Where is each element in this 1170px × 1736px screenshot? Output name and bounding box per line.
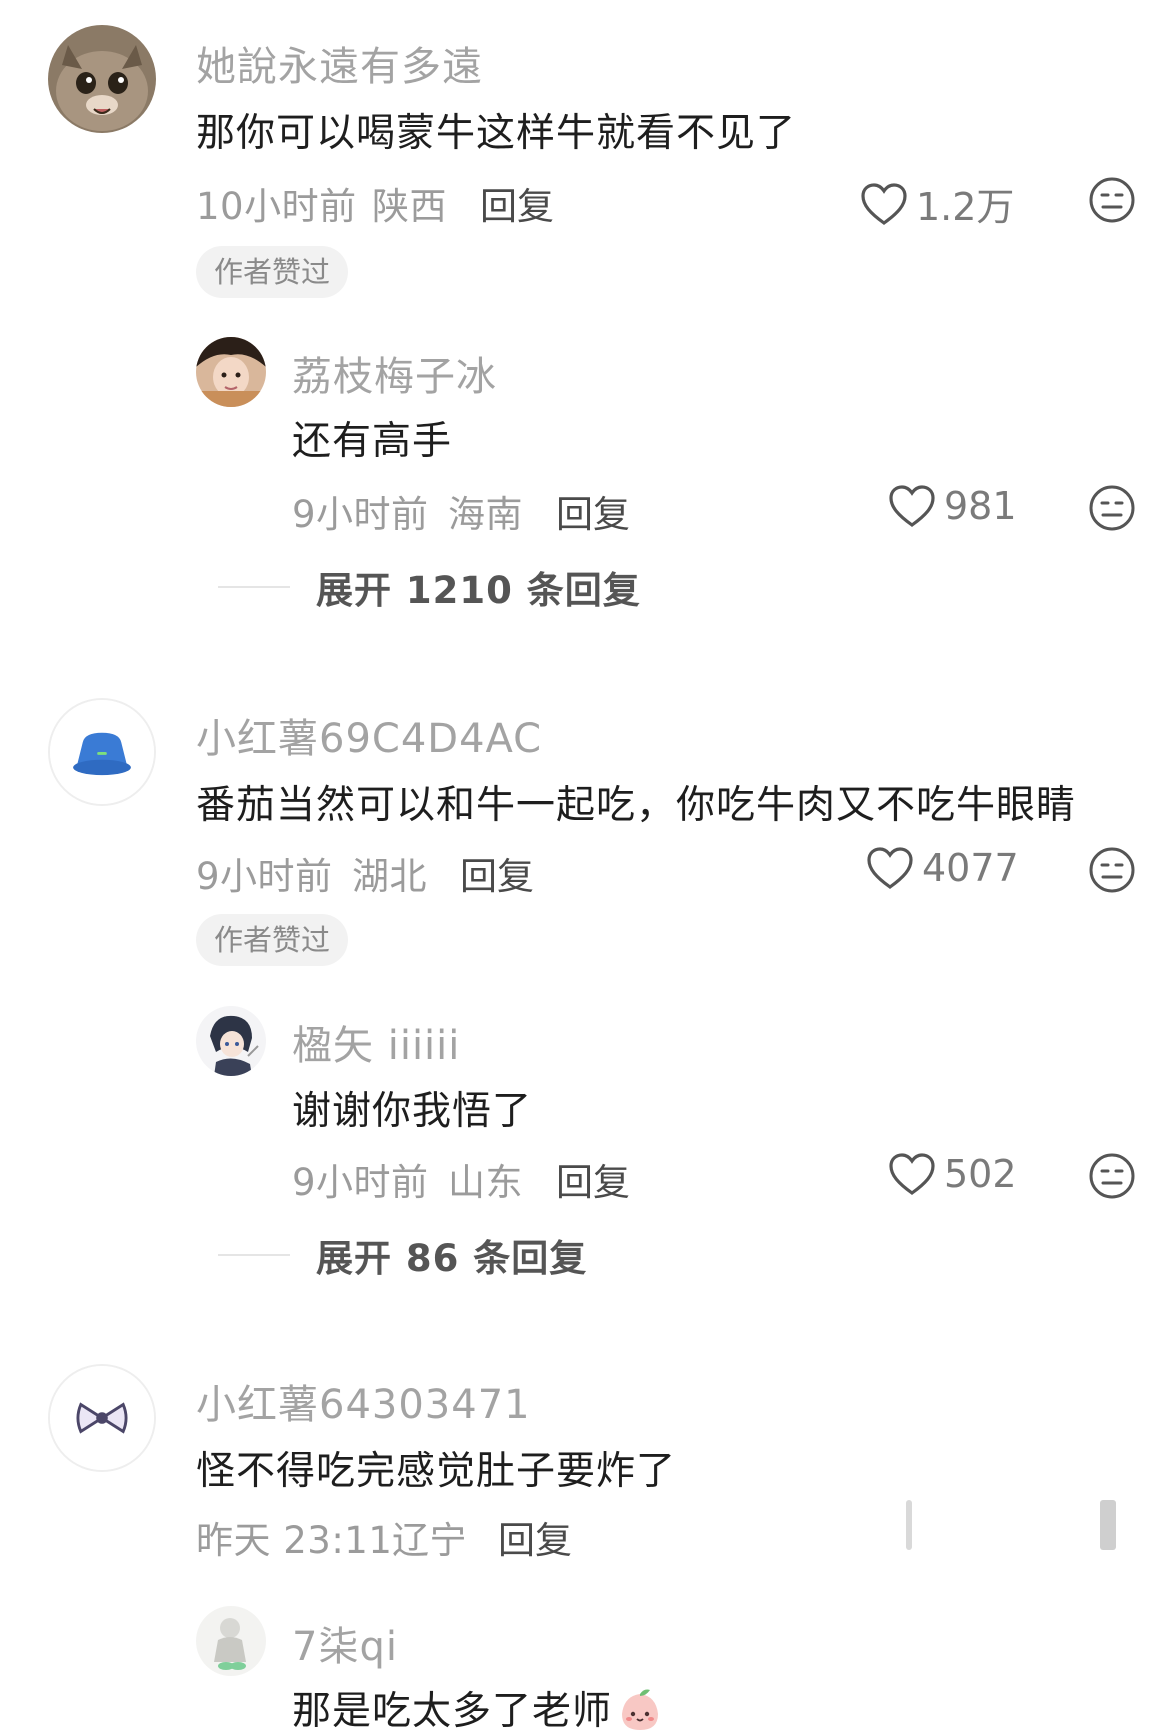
comment-text: 番茄当然可以和牛一起吃，你吃牛肉又不吃牛眼睛 bbox=[196, 783, 1077, 828]
author-liked-badge: 作者赞过 bbox=[196, 246, 349, 298]
reply-location: 海南 bbox=[448, 493, 523, 536]
username[interactable]: 7柒qi bbox=[292, 1614, 398, 1672]
sketch-avatar-icon[interactable] bbox=[196, 1606, 266, 1676]
comment-time: 昨天 23:11 bbox=[196, 1519, 393, 1562]
comment-text: 那你可以喝蒙牛这样牛就看不见了 bbox=[196, 111, 797, 156]
like-count: 4077 bbox=[922, 846, 1019, 890]
like-button[interactable]: 4077 bbox=[866, 846, 1019, 890]
anime-avatar-icon[interactable] bbox=[196, 1006, 266, 1076]
like-button[interactable]: 981 bbox=[888, 484, 1017, 528]
dislike-face-icon[interactable] bbox=[1088, 1152, 1136, 1200]
comment-time: 10小时前 bbox=[196, 185, 357, 228]
divider bbox=[218, 586, 290, 588]
reply-text: 谢谢你我悟了 bbox=[292, 1089, 533, 1134]
comment-location: 辽宁 bbox=[392, 1519, 467, 1562]
dislike-face-icon[interactable] bbox=[1088, 176, 1136, 224]
like-count: 981 bbox=[944, 484, 1017, 528]
comment-time: 9小时前 bbox=[196, 855, 333, 898]
expand-replies-button[interactable]: 展开 86 条回复 bbox=[218, 1228, 587, 1282]
username[interactable]: 她說永遠有多遠 bbox=[196, 34, 483, 92]
heart-icon bbox=[889, 485, 935, 527]
author-liked-badge: 作者赞过 bbox=[196, 914, 349, 966]
heart-icon bbox=[889, 1153, 935, 1195]
divider bbox=[218, 1254, 290, 1256]
like-count: 502 bbox=[944, 1152, 1017, 1196]
dislike-face-icon[interactable] bbox=[1088, 846, 1136, 894]
heart-icon bbox=[867, 847, 913, 889]
reply-button[interactable]: 回复 bbox=[460, 846, 534, 900]
expand-label: 展开 86 条回复 bbox=[316, 1237, 588, 1280]
reply-button[interactable]: 回复 bbox=[498, 1510, 572, 1564]
heart-icon bbox=[861, 182, 907, 225]
hidden-like-placeholder bbox=[906, 1500, 912, 1550]
reply-text-body: 那是吃太多了老师 bbox=[292, 1689, 613, 1734]
username[interactable]: 小红薯64303471 bbox=[196, 1372, 531, 1430]
reply-button[interactable]: 回复 bbox=[480, 176, 554, 230]
comment-location: 湖北 bbox=[352, 855, 427, 898]
reply-text: 那是吃太多了老师 bbox=[292, 1680, 664, 1736]
reply-text: 还有高手 bbox=[292, 419, 453, 464]
reply-button[interactable]: 回复 bbox=[556, 1152, 630, 1206]
hidden-dislike-placeholder bbox=[1100, 1500, 1116, 1550]
reply-time: 9小时前 bbox=[292, 493, 429, 536]
like-count: 1.2万 bbox=[916, 185, 1015, 229]
username[interactable]: 小红薯69C4D4AC bbox=[196, 706, 542, 764]
reply-time: 9小时前 bbox=[292, 1161, 429, 1204]
girl-avatar-icon[interactable] bbox=[196, 337, 266, 407]
dislike-face-icon[interactable] bbox=[1088, 484, 1136, 532]
expand-label: 展开 1210 条回复 bbox=[316, 569, 641, 612]
like-button[interactable]: 1.2万 bbox=[860, 176, 1014, 231]
comment-text: 怪不得吃完感觉肚子要炸了 bbox=[196, 1449, 677, 1494]
bow-avatar-icon[interactable] bbox=[48, 1364, 156, 1472]
cat-avatar-icon[interactable] bbox=[48, 25, 156, 133]
peach-face-emoji-icon bbox=[622, 1689, 659, 1730]
like-button[interactable]: 502 bbox=[888, 1152, 1017, 1196]
comment-location: 陕西 bbox=[372, 185, 447, 228]
reply-location: 山东 bbox=[448, 1161, 523, 1204]
reply-button[interactable]: 回复 bbox=[556, 484, 630, 538]
username[interactable]: 楹矢 iiiiii bbox=[292, 1013, 460, 1071]
blue-hat-avatar-icon[interactable] bbox=[48, 698, 156, 806]
expand-replies-button[interactable]: 展开 1210 条回复 bbox=[218, 560, 641, 614]
username[interactable]: 荔枝梅子冰 bbox=[292, 344, 497, 402]
